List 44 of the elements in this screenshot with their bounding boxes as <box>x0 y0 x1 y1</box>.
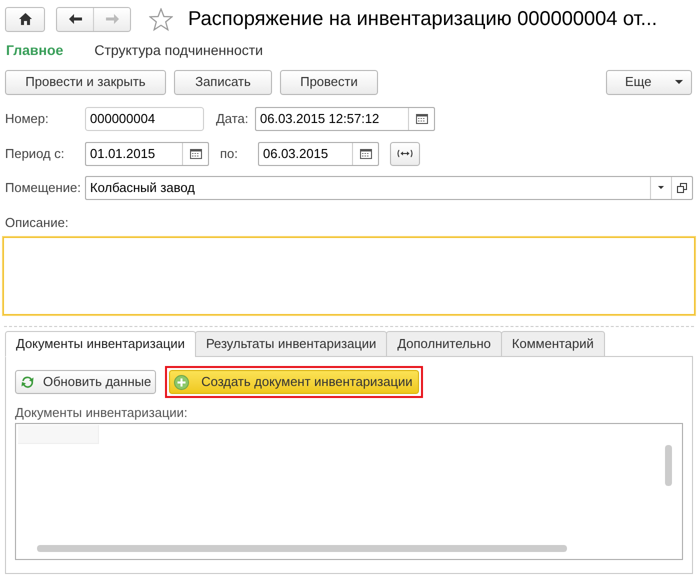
tab[interactable]: Результаты инвентаризации <box>194 331 388 357</box>
room-field[interactable]: Колбасный завод <box>85 176 693 200</box>
calendar-icon <box>416 114 428 124</box>
vertical-scrollbar-thumb[interactable] <box>665 445 672 486</box>
field-label: Дата: <box>216 110 250 128</box>
dropdown-caret-icon <box>658 186 664 189</box>
tab[interactable]: Дополнительно <box>386 331 502 357</box>
refresh-button[interactable]: Обновить данные <box>15 370 156 394</box>
date-field[interactable]: 01.01.2015 <box>85 142 209 166</box>
field-label: Помещение: <box>5 178 82 197</box>
period-button[interactable] <box>390 142 420 166</box>
calendar-icon <box>190 148 202 158</box>
section-link[interactable]: Структура подчиненности <box>94 40 263 60</box>
refresh-icon <box>21 376 34 388</box>
create-document-button[interactable]: Создать документ инвентаризации <box>169 370 420 394</box>
back-arrow-icon <box>68 14 82 24</box>
field-label: по: <box>220 144 239 163</box>
double-arrow-icon <box>397 149 413 158</box>
home-icon <box>18 13 32 25</box>
field-label: Номер: <box>5 110 50 128</box>
field-label: Описание: <box>5 215 68 230</box>
tab[interactable]: Документы инвентаризации <box>5 331 196 357</box>
field-label: Период с: <box>5 144 66 163</box>
calendar-icon <box>360 148 372 158</box>
plus-circle-icon <box>174 374 190 390</box>
favorite-star-button[interactable] <box>148 6 174 32</box>
number-field[interactable]: 000000004 <box>85 106 204 130</box>
command-button[interactable]: Записать <box>174 70 272 94</box>
command-button[interactable]: Провести и закрыть <box>5 70 166 94</box>
documents-table[interactable] <box>15 423 683 560</box>
window-title: Распоряжение на инвентаризацию 000000004 от... <box>188 7 658 32</box>
more-button[interactable]: Еще <box>606 70 692 94</box>
command-button[interactable]: Провести <box>280 70 378 94</box>
date-field[interactable]: 06.03.2015 12:57:12 <box>255 106 435 130</box>
open-window-icon <box>677 182 687 192</box>
caret-icon <box>675 80 683 84</box>
forward-arrow-icon <box>106 14 118 24</box>
star-icon <box>149 8 173 30</box>
home-button[interactable] <box>5 6 45 32</box>
description-field[interactable] <box>3 237 695 315</box>
horizontal-scrollbar-thumb[interactable] <box>37 545 567 552</box>
date-field[interactable]: 06.03.2015 <box>258 142 379 166</box>
tab[interactable]: Комментарий <box>500 331 605 357</box>
list-label: Документы инвентаризации: <box>15 405 188 420</box>
